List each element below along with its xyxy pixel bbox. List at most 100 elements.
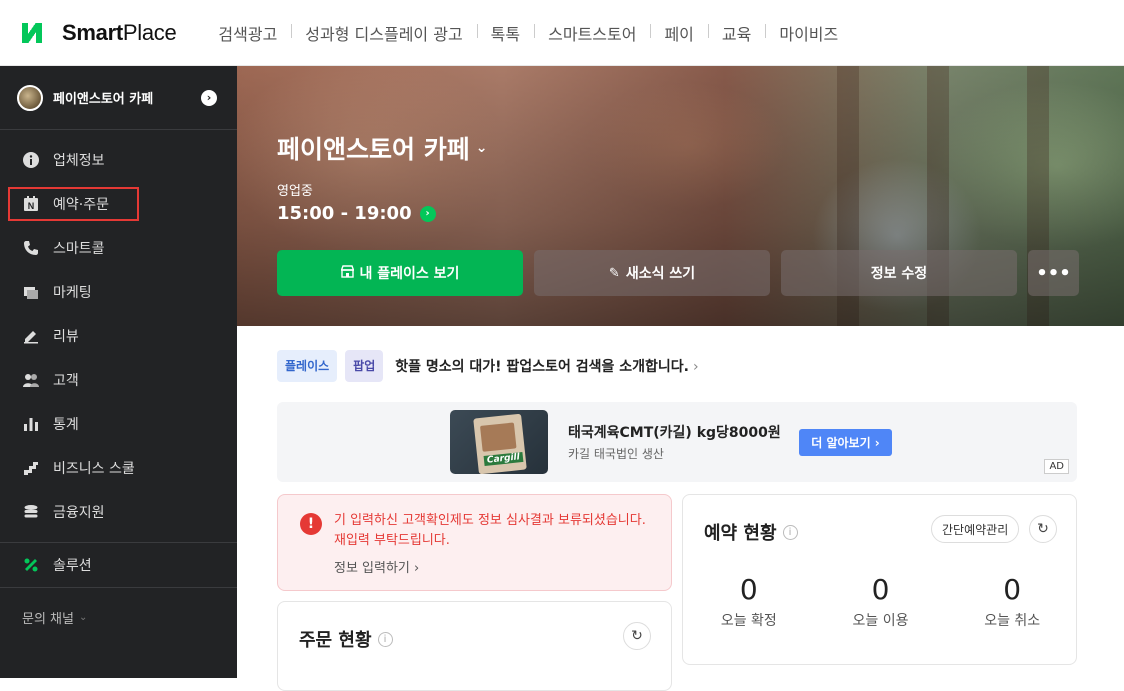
sidebar-item-label: 고객 — [53, 373, 79, 389]
stat-value: 0 — [1003, 573, 1022, 606]
stat-label: 오늘 이용 — [852, 613, 909, 629]
sidebar-item-reservation-order[interactable]: N 예약·주문 — [8, 187, 139, 221]
quick-reservation-manage-button[interactable]: 간단예약관리 — [931, 515, 1020, 543]
write-news-button[interactable]: ✎ 새소식 쓰기 — [534, 250, 770, 296]
store-icon — [340, 264, 355, 282]
alert-icon: ! — [300, 513, 322, 535]
stat-today-confirmed[interactable]: 0 오늘 확정 — [683, 573, 815, 630]
top-bar: SmartPlace 검색광고 성과형 디스플레이 광고 톡톡 스마트스토어 페… — [0, 0, 1124, 66]
coins-icon — [22, 503, 40, 521]
logo-text: SmartPlace — [62, 19, 177, 45]
sidebar-item-business-info[interactable]: 업체정보 — [0, 138, 237, 182]
gnb-search-ads[interactable]: 검색광고 — [204, 21, 291, 45]
ad-badge: AD — [1044, 459, 1069, 474]
sidebar-item-label: 업체정보 — [53, 153, 105, 169]
ad-subtitle: 카길 태국법인 생산 — [568, 447, 664, 461]
refresh-icon[interactable]: ↻ — [623, 622, 651, 650]
gnb-smartstore[interactable]: 스마트스토어 — [534, 21, 650, 45]
sidebar-item-solution[interactable]: 솔루션 — [0, 543, 237, 587]
sidebar-item-smartcall[interactable]: 스마트콜 — [0, 226, 237, 270]
gnb-mybiz[interactable]: 마이비즈 — [765, 21, 852, 45]
sidebar-item-label: 금융지원 — [53, 505, 105, 521]
sidebar-item-label: 비즈니스 스쿨 — [53, 461, 135, 477]
sidebar-item-review[interactable]: 리뷰 — [0, 314, 237, 358]
business-hours-text: 15:00 - 19:00 — [277, 203, 412, 224]
notice-banner[interactable]: 플레이스 팝업 핫플 명소의 대가! 팝업스토어 검색을 소개합니다. › — [277, 350, 699, 382]
view-my-place-button[interactable]: 내 플레이스 보기 — [277, 250, 523, 296]
sidebar-divider — [0, 587, 237, 588]
phone-icon — [22, 239, 40, 257]
sidebar-item-label: 솔루션 — [53, 558, 92, 574]
people-icon — [22, 371, 40, 389]
stat-label: 오늘 취소 — [984, 613, 1041, 629]
sidebar-item-label: 예약·주문 — [53, 197, 109, 213]
sidebar: 페이앤스토어 카페 › 업체정보 N 예약·주문 스마트콜 마케팅 리뷰 고객 … — [0, 66, 237, 678]
info-icon[interactable]: i — [782, 524, 798, 540]
edit-info-button[interactable]: 정보 수정 — [781, 250, 1017, 296]
business-hours[interactable]: 15:00 - 19:00 › — [277, 203, 487, 224]
store-selector[interactable]: 페이앤스토어 카페 › — [0, 66, 237, 130]
store-title: 페이앤스토어 카페 — [277, 135, 470, 164]
sidebar-item-financial-support[interactable]: 금융지원 — [0, 490, 237, 534]
calendar-n-icon: N — [22, 195, 40, 213]
inquiry-channel-toggle[interactable]: 문의 채널 ⌄ — [0, 608, 237, 627]
sidebar-item-label: 통계 — [53, 417, 79, 433]
business-status: 영업중 — [277, 184, 313, 199]
ad-banner[interactable]: Cargill 태국계육CMT(카길) kg당8000원 카길 태국법인 생산 … — [277, 402, 1077, 482]
solution-icon — [22, 556, 40, 574]
gnb-pay[interactable]: 페이 — [650, 21, 707, 45]
info-icon — [22, 151, 40, 169]
warning-message: 기 입력하신 고객확인제도 정보 심사결과 보류되셨습니다. 재입력 부탁드립니… — [334, 513, 646, 548]
stat-today-cancelled[interactable]: 0 오늘 취소 — [946, 573, 1078, 630]
kyc-warning-card: ! 기 입력하신 고객확인제도 정보 심사결과 보류되셨습니다. 재입력 부탁드… — [277, 494, 672, 591]
pencil-icon: ✎ — [608, 265, 620, 281]
hero-actions: 내 플레이스 보기 ✎ 새소식 쓰기 정보 수정 ••• — [277, 250, 1079, 296]
store-title-dropdown[interactable]: 페이앤스토어 카페 ⌄ — [277, 130, 487, 166]
refresh-icon[interactable]: ↻ — [1029, 515, 1057, 543]
store-avatar — [17, 84, 43, 111]
gnb-education[interactable]: 교육 — [707, 21, 765, 45]
naver-n-icon — [22, 22, 42, 43]
sidebar-item-customer[interactable]: 고객 — [0, 358, 237, 402]
global-nav: 검색광고 성과형 디스플레이 광고 톡톡 스마트스토어 페이 교육 마이비즈 — [204, 21, 852, 45]
gnb-talktalk[interactable]: 톡톡 — [476, 21, 534, 45]
chart-icon — [22, 415, 40, 433]
pencil-icon — [22, 327, 40, 345]
smartplace-logo[interactable]: SmartPlace — [22, 19, 177, 46]
sidebar-item-marketing[interactable]: 마케팅 — [0, 270, 237, 314]
tag-popup: 팝업 — [345, 350, 384, 382]
write-news-label: 새소식 쓰기 — [625, 266, 696, 282]
learn-more-button[interactable]: 더 알아보기 › — [799, 429, 892, 456]
chevron-right-icon[interactable]: › — [419, 205, 436, 222]
stairs-icon — [22, 459, 40, 477]
tag-place: 플레이스 — [277, 350, 338, 382]
sidebar-item-statistics[interactable]: 통계 — [0, 402, 237, 446]
info-icon[interactable]: i — [377, 631, 393, 647]
svg-text:N: N — [28, 201, 35, 211]
enter-info-link[interactable]: 정보 입력하기 › — [334, 557, 419, 576]
store-name: 페이앤스토어 카페 — [53, 92, 154, 107]
sidebar-item-label: 스마트콜 — [53, 241, 105, 257]
store-hero-banner: 페이앤스토어 카페 ⌄ 영업중 15:00 - 19:00 › 내 플레이스 보… — [237, 66, 1124, 326]
notice-text: 핫플 명소의 대가! 팝업스토어 검색을 소개합니다. › — [395, 359, 699, 375]
marketing-icon — [22, 283, 40, 301]
stat-today-used[interactable]: 0 오늘 이용 — [815, 573, 947, 630]
ad-product-image: Cargill — [450, 410, 548, 474]
ad-title: 태국계육CMT(카길) kg당8000원 — [568, 425, 781, 441]
order-status-title: 주문 현황 i — [299, 626, 393, 652]
more-options-button[interactable]: ••• — [1028, 250, 1079, 296]
chevron-down-icon: ⌄ — [78, 612, 88, 623]
chevron-right-icon[interactable]: › — [201, 89, 217, 106]
stat-value: 0 — [871, 573, 890, 606]
sidebar-item-label: 리뷰 — [53, 329, 79, 345]
stat-value: 0 — [739, 573, 758, 606]
sidebar-item-business-school[interactable]: 비즈니스 스쿨 — [0, 446, 237, 490]
more-dots-icon: ••• — [1036, 262, 1071, 284]
hero-info: 페이앤스토어 카페 ⌄ 영업중 15:00 - 19:00 › — [277, 130, 487, 224]
gnb-display-ads[interactable]: 성과형 디스플레이 광고 — [291, 21, 476, 45]
chevron-right-icon: › — [692, 359, 699, 375]
chevron-down-icon: ⌄ — [475, 140, 488, 156]
reservation-status-title: 예약 현황 i — [704, 519, 798, 545]
view-my-place-label: 내 플레이스 보기 — [359, 266, 460, 282]
reservation-stats: 0 오늘 확정 0 오늘 이용 0 오늘 취소 — [683, 573, 1078, 630]
